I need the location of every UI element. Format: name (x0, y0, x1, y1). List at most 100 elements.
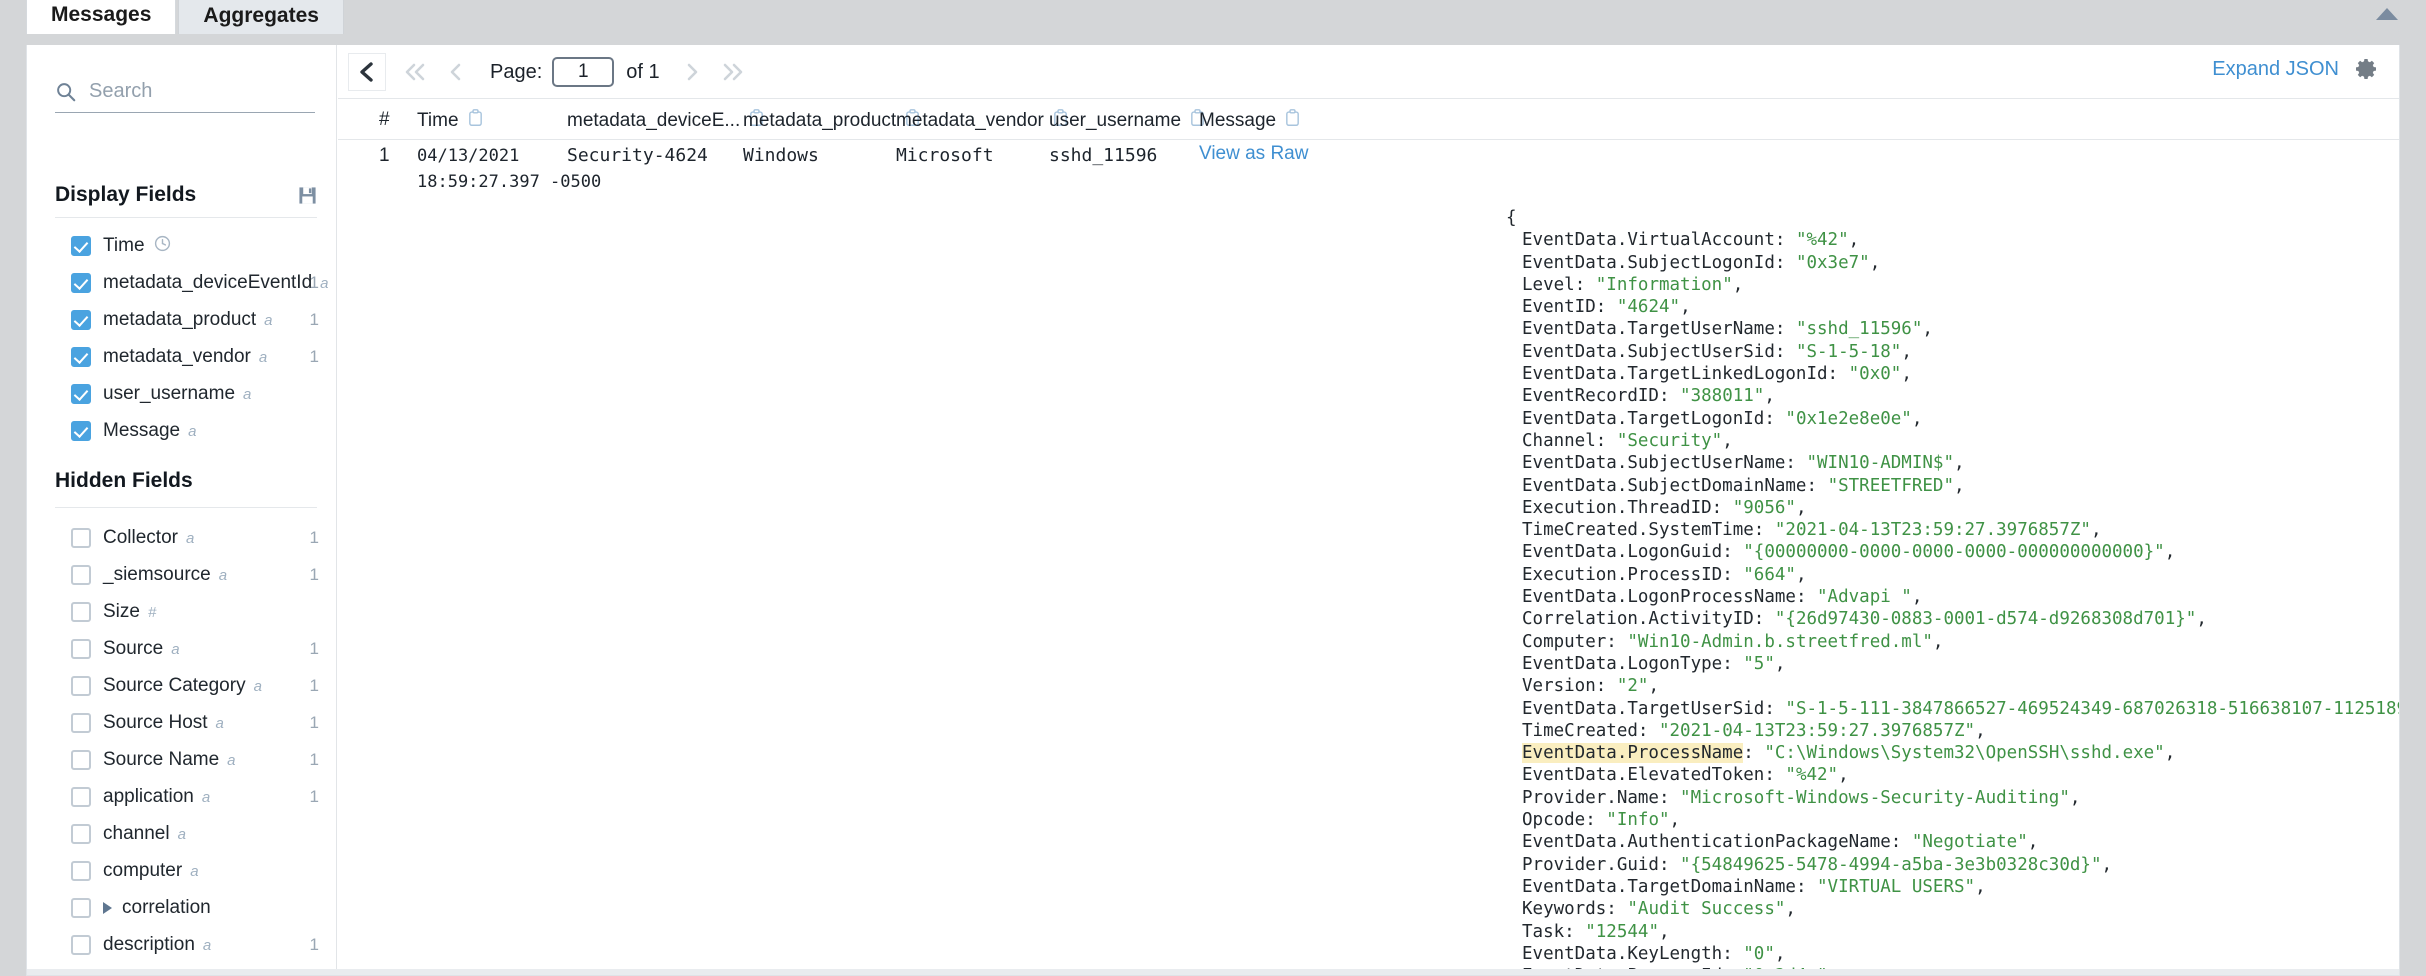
copy-column-icon[interactable] (1276, 109, 1300, 132)
field-checkbox[interactable] (71, 528, 91, 548)
copy-column-icon[interactable] (459, 109, 483, 132)
field-checkbox[interactable] (71, 935, 91, 955)
json-colon: : (1785, 453, 1806, 473)
json-key: EventData.SubjectUserName (1522, 453, 1785, 473)
field-row-collector[interactable]: Collectora1 (71, 526, 319, 550)
field-checkbox[interactable] (71, 787, 91, 807)
json-key: EventData.SubjectUserSid (1522, 342, 1775, 362)
column-header-time[interactable]: Time (417, 109, 483, 132)
json-comma: , (1670, 810, 1681, 830)
field-row-application[interactable]: applicationa1 (71, 785, 319, 809)
field-checkbox[interactable] (71, 310, 91, 330)
field-label: Source Category (103, 675, 246, 697)
field-row-source-host[interactable]: Source Hosta1 (71, 711, 319, 735)
column-header-[interactable]: # (379, 109, 390, 131)
field-row-source-category[interactable]: Source Categorya1 (71, 674, 319, 698)
field-checkbox[interactable] (71, 861, 91, 881)
json-line: Level: "Information", (1506, 274, 2386, 296)
collapse-sidebar-button[interactable] (348, 53, 386, 91)
field-type-indicator (145, 235, 171, 257)
field-checkbox[interactable] (71, 824, 91, 844)
field-checkbox[interactable] (71, 639, 91, 659)
view-as-raw-link[interactable]: View as Raw (1199, 143, 1308, 165)
json-key: Provider.Guid (1522, 855, 1659, 875)
field-row-description[interactable]: descriptiona1 (71, 933, 319, 957)
column-header-metadata-devicee[interactable]: metadata_deviceE... (567, 109, 764, 132)
prev-page-button[interactable] (436, 53, 476, 91)
field-type-indicator: a (188, 423, 196, 440)
json-key: EventData.KeyLength (1522, 944, 1722, 964)
field-row-correlation[interactable]: correlation (71, 896, 319, 920)
field-checkbox[interactable] (71, 750, 91, 770)
column-header-message[interactable]: Message (1199, 109, 1300, 132)
field-row-message[interactable]: Messagea (71, 419, 319, 443)
field-row-user-username[interactable]: user_usernamea (71, 382, 319, 406)
tab-aggregates[interactable]: Aggregates (178, 0, 344, 34)
search-input[interactable] (87, 79, 297, 104)
field-row-source-name[interactable]: Source Namea1 (71, 748, 319, 772)
json-value: "Win10-Admin.b.streetfred.ml" (1627, 632, 1933, 652)
field-row-source[interactable]: Sourcea1 (71, 637, 319, 661)
field-row-metadata-deviceeventid[interactable]: metadata_deviceEventIda1 (71, 271, 319, 295)
tab-messages[interactable]: Messages (26, 0, 176, 34)
tab-aggregates-label: Aggregates (203, 4, 319, 28)
field-row-metadata-product[interactable]: metadata_producta1 (71, 308, 319, 332)
json-value: "Information" (1596, 275, 1733, 295)
last-page-button[interactable] (712, 53, 752, 91)
copy-icon[interactable] (1285, 109, 1300, 126)
json-value: "Advapi " (1817, 587, 1912, 607)
chevron-right-icon[interactable] (103, 902, 112, 914)
field-checkbox[interactable] (71, 898, 91, 918)
field-row-metadata-vendor[interactable]: metadata_vendora1 (71, 345, 319, 369)
column-header-metadata-product[interactable]: metadata_product (743, 109, 920, 132)
json-key: TimeCreated (1522, 721, 1638, 741)
field-type-indicator: a (227, 752, 235, 769)
field-checkbox[interactable] (71, 602, 91, 622)
page-number-input[interactable] (552, 57, 614, 87)
column-header-user-username[interactable]: user_username (1049, 109, 1205, 132)
field-checkbox[interactable] (71, 347, 91, 367)
field-label: correlation (122, 897, 211, 919)
json-line: Opcode: "Info", (1506, 809, 2386, 831)
json-key: Correlation.ActivityID (1522, 609, 1754, 629)
json-line: Computer: "Win10-Admin.b.streetfred.ml", (1506, 631, 2386, 653)
json-line: Task: "12544", (1506, 921, 2386, 943)
field-type-indicator: a (219, 567, 227, 584)
first-page-button[interactable] (396, 53, 436, 91)
json-value: "0x0" (1849, 364, 1902, 384)
triangle-up-icon[interactable] (2376, 8, 2398, 20)
field-checkbox[interactable] (71, 273, 91, 293)
field-row-computer[interactable]: computera (71, 859, 319, 883)
json-key: EventData.TargetUserName (1522, 319, 1775, 339)
json-line: EventID: "4624", (1506, 296, 2386, 318)
field-checkbox[interactable] (71, 676, 91, 696)
field-type-indicator: a (190, 863, 198, 880)
field-checkbox[interactable] (71, 565, 91, 585)
save-icon[interactable] (298, 186, 317, 205)
field-row-time[interactable]: Time (71, 234, 319, 258)
field-checkbox[interactable] (71, 421, 91, 441)
field-row-channel[interactable]: channela (71, 822, 319, 846)
json-value: "Microsoft-Windows-Security-Auditing" (1680, 788, 2070, 808)
json-key: Task (1522, 922, 1564, 942)
results-toolbar: Page: of 1 (338, 45, 2400, 99)
json-line: Provider.Guid: "{54849625-5478-4994-a5ba… (1506, 854, 2386, 876)
search-field-container[interactable] (55, 71, 315, 113)
field-row-size[interactable]: Size# (71, 600, 319, 624)
search-icon (55, 81, 77, 103)
next-page-button[interactable] (672, 53, 712, 91)
field-checkbox[interactable] (71, 713, 91, 733)
json-colon: : (1596, 431, 1617, 451)
column-header-metadata-vendor[interactable]: metadata_vendor (896, 109, 1068, 132)
field-checkbox[interactable] (71, 236, 91, 256)
json-colon: : (1659, 788, 1680, 808)
field-label: Time (103, 235, 145, 257)
json-colon: : (1606, 899, 1627, 919)
expand-json-link[interactable]: Expand JSON (2212, 58, 2339, 81)
gear-icon[interactable] (2355, 57, 2379, 81)
field-checkbox[interactable] (71, 384, 91, 404)
field-row-siemsource[interactable]: _siemsourcea1 (71, 563, 319, 587)
field-type-indicator: # (148, 604, 156, 621)
json-colon: : (1722, 654, 1743, 674)
copy-icon[interactable] (468, 109, 483, 126)
